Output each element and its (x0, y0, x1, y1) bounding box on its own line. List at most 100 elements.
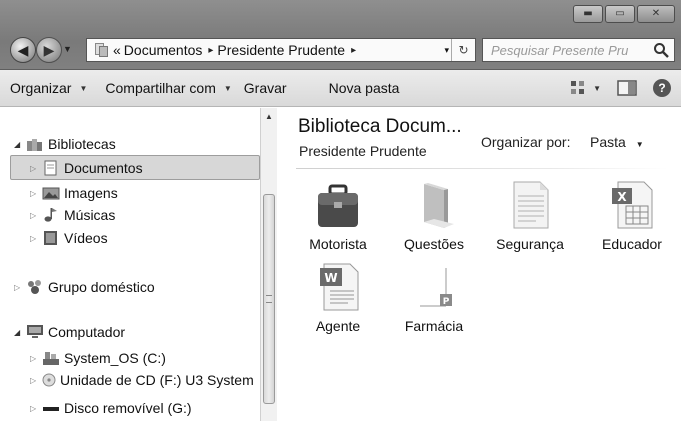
file-item-motorista[interactable]: Motorista (302, 180, 374, 252)
tree-item-cd[interactable]: ▷ Unidade de CD (F:) U3 System (30, 369, 254, 391)
computer-icon (26, 324, 44, 340)
gravar-button[interactable]: Gravar (244, 80, 287, 96)
library-documents-icon (93, 42, 109, 58)
command-toolbar: Organizar ▼ Compartilhar com ▼ Gravar No… (0, 70, 681, 107)
scrollbar-thumb[interactable] (263, 194, 275, 404)
title-bar: ▬ ▭ ✕ ◀ ▶ ▼ « Documentos ▸ Presidente Pr… (0, 0, 681, 70)
tree-label: System_OS (C:) (64, 350, 166, 366)
text-document-icon (506, 180, 554, 230)
gravar-label: Gravar (243, 80, 287, 96)
nova-pasta-button[interactable]: Nova pasta (329, 80, 400, 96)
tree-label: Disco removível (G:) (64, 400, 192, 416)
removable-disk-icon (42, 400, 60, 416)
tree-item-bibliotecas[interactable]: ◢ Bibliotecas (14, 133, 116, 155)
library-title: Biblioteca Docum... (298, 116, 462, 137)
organizar-menu-button[interactable]: Organizar ▼ (10, 80, 87, 96)
tree-label: Documentos (64, 160, 143, 176)
close-button[interactable]: ✕ (637, 5, 675, 23)
search-icon[interactable] (653, 42, 669, 58)
libraries-icon (26, 136, 44, 152)
tree-label: Computador (48, 324, 126, 340)
address-bar[interactable]: « Documentos ▸ Presidente Prudente ▸ ▾ ↻ (86, 38, 476, 62)
chevron-down-icon: ▼ (79, 83, 88, 93)
collapse-arrow-icon[interactable]: ▷ (30, 376, 40, 385)
tree-label: Imagens (64, 185, 118, 201)
briefcase-icon (314, 180, 362, 230)
breadcrumb-separator[interactable]: ▸ (208, 45, 213, 56)
svg-text:W: W (324, 271, 337, 285)
chevron-down-icon: ▼ (223, 83, 232, 93)
pictures-icon (42, 185, 60, 201)
tree-item-system-os[interactable]: ▷ System_OS (C:) (30, 347, 166, 369)
refresh-icon: ↻ (458, 43, 469, 57)
expand-arrow-icon[interactable]: ◢ (14, 328, 24, 337)
file-name: Segurança (496, 236, 564, 252)
tree-item-computador[interactable]: ◢ Computador (14, 321, 125, 343)
file-item-educador[interactable]: X Educador (594, 180, 670, 252)
collapse-arrow-icon[interactable]: ▷ (30, 164, 40, 173)
window-controls: ▬ ▭ ✕ (571, 5, 675, 23)
arrange-by-dropdown[interactable]: Pasta ▼ (590, 134, 644, 150)
minimize-button[interactable]: ▬ (573, 5, 603, 23)
file-name: Motorista (309, 236, 367, 252)
nova-pasta-label: Nova pasta (328, 80, 400, 96)
refresh-button[interactable]: ↻ (451, 39, 475, 61)
search-placeholder: Pesquisar Presente Pru (491, 42, 629, 58)
svg-text:P: P (443, 297, 450, 307)
expand-arrow-icon[interactable]: ◢ (14, 140, 24, 149)
collapse-arrow-icon[interactable]: ▷ (30, 234, 40, 243)
organizar-label: Organizar (10, 80, 72, 96)
cd-drive-icon (42, 372, 56, 388)
file-name: Agente (315, 318, 361, 334)
word-document-icon: W (314, 262, 362, 312)
arrow-left-icon: ◀ (17, 41, 29, 58)
homegroup-icon (26, 279, 44, 295)
arrange-by-value: Pasta (590, 134, 626, 150)
tree-item-imagens[interactable]: ▷ Imagens (30, 182, 118, 204)
tree-item-grupo-domestico[interactable]: ▷ Grupo doméstico (14, 276, 155, 298)
recent-pages-dropdown[interactable]: ▼ (63, 44, 72, 54)
file-name: Educador (602, 236, 662, 252)
close-icon: ✕ (651, 8, 661, 19)
maximize-icon: ▭ (615, 8, 625, 19)
tree-item-documentos[interactable]: ▷ Documentos (30, 157, 143, 179)
breadcrumb-overflow[interactable]: « (113, 42, 121, 58)
breadcrumb-separator[interactable]: ▸ (351, 45, 356, 56)
address-history-dropdown[interactable]: ▾ (444, 45, 449, 56)
compartilhar-menu-button[interactable]: Compartilhar com ▼ (105, 80, 231, 96)
folder-icon (410, 180, 458, 230)
breadcrumb-presidente-prudente[interactable]: Presidente Prudente (217, 42, 345, 58)
minimize-icon: ▬ (583, 8, 593, 19)
forward-button[interactable]: ▶ (36, 37, 62, 63)
collapse-arrow-icon[interactable]: ▷ (30, 404, 40, 413)
tree-label: Vídeos (64, 230, 108, 246)
file-item-questoes[interactable]: Questões (398, 180, 470, 252)
tree-label: Unidade de CD (F:) U3 System (60, 372, 254, 388)
collapse-arrow-icon[interactable]: ▷ (30, 211, 40, 220)
tree-item-musicas[interactable]: ▷ Músicas (30, 204, 115, 226)
maximize-button[interactable]: ▭ (605, 5, 635, 23)
view-options-dropdown[interactable]: ▼ (593, 84, 601, 93)
file-item-farmacia[interactable]: P Farmácia (398, 262, 470, 334)
tree-label: Bibliotecas (48, 136, 116, 152)
tree-item-videos[interactable]: ▷ Vídeos (30, 227, 108, 249)
collapse-arrow-icon[interactable]: ▷ (30, 354, 40, 363)
file-item-seguranca[interactable]: Segurança (493, 180, 567, 252)
tree-item-disco-removivel[interactable]: ▷ Disco removível (G:) (30, 397, 192, 419)
navigation-scrollbar[interactable]: ▲ (260, 108, 277, 421)
preview-pane-icon[interactable] (617, 79, 637, 97)
back-button[interactable]: ◀ (10, 37, 36, 63)
file-name: Farmácia (404, 318, 464, 334)
scroll-up-icon[interactable]: ▲ (265, 112, 273, 121)
collapse-arrow-icon[interactable]: ▷ (14, 283, 24, 292)
breadcrumb-documentos[interactable]: Documentos (124, 42, 203, 58)
search-input[interactable]: Pesquisar Presente Pru (482, 38, 675, 62)
collapse-arrow-icon[interactable]: ▷ (30, 189, 40, 198)
compartilhar-label: Compartilhar com (105, 80, 216, 96)
help-icon[interactable]: ? (653, 79, 671, 97)
arrange-by-label: Organizar por: (481, 134, 571, 150)
file-item-agente[interactable]: W Agente (302, 262, 374, 334)
tree-label: Grupo doméstico (48, 279, 155, 295)
chevron-down-icon: ▼ (635, 140, 644, 149)
change-view-icon[interactable] (569, 79, 587, 97)
